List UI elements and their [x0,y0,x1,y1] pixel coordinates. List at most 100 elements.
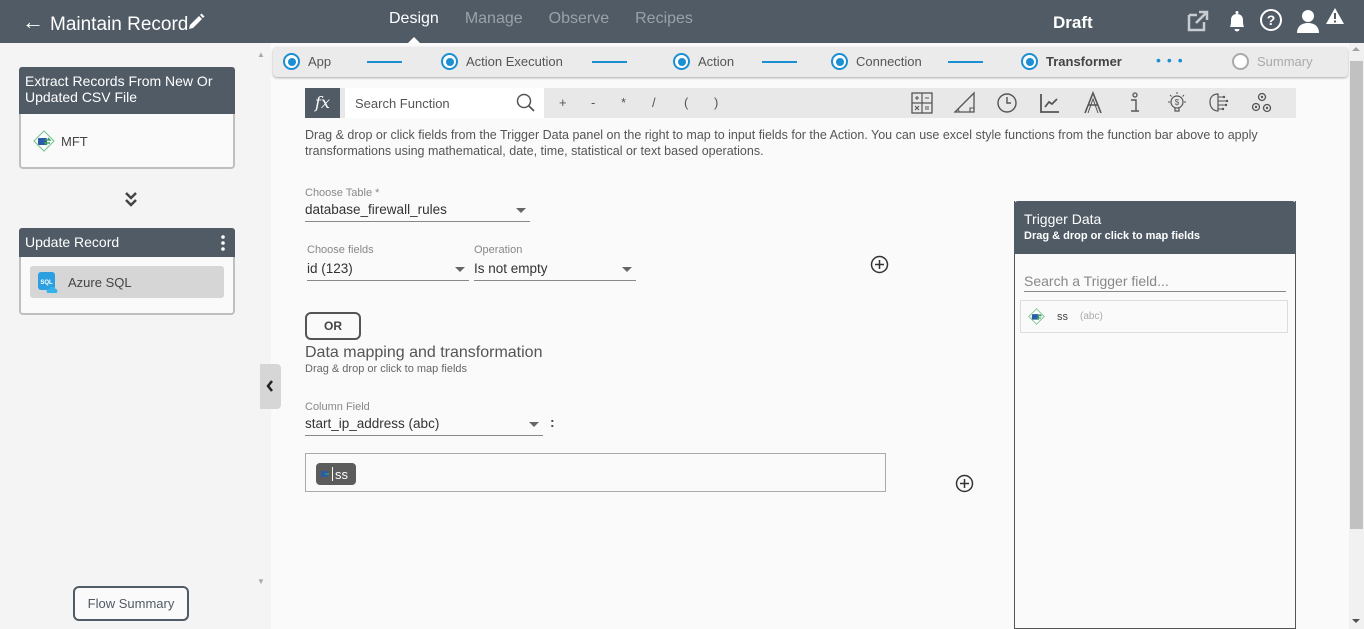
fx-button[interactable]: fx [305,88,340,118]
action-app-label: Azure SQL [68,274,132,290]
step-label: Action [698,54,735,69]
add-condition-icon[interactable] [870,255,889,274]
or-condition-button[interactable]: OR [305,312,361,340]
trigger-app-row[interactable]: MFT [21,114,233,162]
step-label: Action Execution [466,54,563,69]
user-icon[interactable] [1296,8,1328,34]
choose-fields-label: Choose fields [307,244,374,256]
azure-sql-icon: SQL [38,272,58,293]
tab-manage[interactable]: Manage [465,10,523,28]
step-connector [592,61,627,63]
line-chart-icon[interactable] [1038,91,1062,115]
step-done-icon [441,53,458,70]
trigger-data-panel [1014,201,1296,629]
step-pending-icon [1232,53,1249,70]
finance-bulb-icon[interactable]: $ [1165,91,1189,115]
step-connection[interactable]: Connection [831,53,922,70]
action-step-card[interactable]: Update Record SQL Azure SQL [19,228,235,315]
mapping-value-input[interactable]: ss [305,453,886,492]
collapse-sidebar-button[interactable] [260,364,281,409]
function-bar: fx + - * / ( ) $ [305,88,1296,118]
tab-observe[interactable]: Observe [549,10,609,28]
operator-divide[interactable]: / [652,95,656,110]
trigger-field-item[interactable]: ss (abc) [1020,300,1288,333]
mapping-instructions: Drag & drop or click fields from the Tri… [305,128,1258,158]
operation-select[interactable]: Is not empty [474,259,636,281]
info-icon[interactable] [1123,91,1147,115]
calculator-icon[interactable] [910,91,934,115]
trigger-data-title: Trigger Data [1024,211,1102,227]
step-transformer[interactable]: Transformer [1021,53,1122,70]
svg-text:?: ? [1267,12,1276,28]
action-step-title: Update Record [25,234,120,250]
column-field-value: start_ip_address (abc) [305,416,440,431]
step-done-icon [283,53,300,70]
step-summary[interactable]: Summary [1232,53,1313,70]
action-app-row[interactable]: SQL Azure SQL [21,257,233,307]
bell-icon[interactable] [1224,8,1250,34]
step-label: Transformer [1046,54,1122,69]
operator-close-paren[interactable]: ) [714,95,718,110]
operator-plus[interactable]: + [559,95,567,110]
operator-open-paren[interactable]: ( [684,95,688,110]
main-scrollbar[interactable] [1349,43,1364,629]
mft-icon [1028,308,1045,325]
flow-sidebar: Extract Records From New Or Updated CSV … [0,43,255,629]
scroll-thumb[interactable] [1350,61,1363,529]
function-search-input[interactable] [345,88,544,118]
flow-title: Maintain Record [50,14,189,35]
column-field-select[interactable]: start_ip_address (abc) [305,414,543,436]
operator-multiply[interactable]: * [621,95,626,110]
action-step-header: Update Record [19,228,235,257]
trigonometry-icon[interactable] [953,91,977,115]
tab-design[interactable]: Design [389,10,439,43]
tab-recipes[interactable]: Recipes [635,10,693,28]
sidebar-scroll-up[interactable]: ▲ [257,50,265,59]
flow-summary-button[interactable]: Flow Summary [73,586,189,621]
operation-label: Operation [474,244,523,256]
search-icon[interactable] [516,93,536,113]
text-icon[interactable] [1081,91,1105,115]
sidebar-scroll-down[interactable]: ▼ [257,577,265,586]
mapping-separator: : [550,414,555,430]
chevron-down-icon [516,208,526,213]
trigger-data-subtitle: Drag & drop or click to map fields [1024,230,1201,242]
operation-value: Is not empty [474,261,548,276]
trigger-field-type: (abc) [1080,311,1103,322]
operator-minus[interactable]: - [591,95,595,110]
add-mapping-icon[interactable] [955,474,974,493]
kebab-menu-icon[interactable] [221,235,225,251]
warning-icon [1326,8,1344,24]
clock-icon[interactable] [995,91,1019,115]
choose-table-select[interactable]: database_firewall_rules [305,200,530,222]
external-link-icon[interactable] [1185,8,1211,34]
step-action[interactable]: Action [673,53,734,70]
column-field-label: Column Field [305,401,370,413]
arrow-left-icon[interactable]: ← [22,9,44,35]
trigger-step-card[interactable]: Extract Records From New Or Updated CSV … [19,67,235,169]
trigger-app-label: MFT [61,133,88,149]
scroll-up-arrow[interactable] [1352,47,1360,51]
step-connector-pending: ••• [1156,52,1189,68]
settings-gears-icon[interactable] [1250,91,1274,115]
mapped-field-label: ss [335,466,348,482]
action-app-item[interactable]: SQL Azure SQL [30,266,224,298]
choose-table-label: Choose Table * [305,187,380,199]
chevron-double-down-icon [125,192,137,207]
step-action-execution[interactable]: Action Execution [441,53,563,70]
choose-fields-select[interactable]: id (123) [307,259,469,281]
step-current-icon [1021,53,1038,70]
ai-brain-icon[interactable] [1207,91,1231,115]
step-app[interactable]: App [283,53,331,70]
trigger-field-name: ss [1057,310,1068,323]
scroll-down-arrow[interactable] [1352,619,1360,623]
trigger-field-search-input[interactable] [1024,270,1286,292]
choose-table-value: database_firewall_rules [305,202,447,217]
step-connector [367,61,402,63]
help-icon[interactable]: ? [1258,8,1284,34]
svg-text:SQL: SQL [40,280,53,286]
step-label: Summary [1257,54,1313,69]
top-header: ← Maintain Record Design Manage Observe … [0,0,1364,43]
pencil-icon[interactable] [186,12,206,32]
mapped-field-chip[interactable]: ss [316,463,356,485]
